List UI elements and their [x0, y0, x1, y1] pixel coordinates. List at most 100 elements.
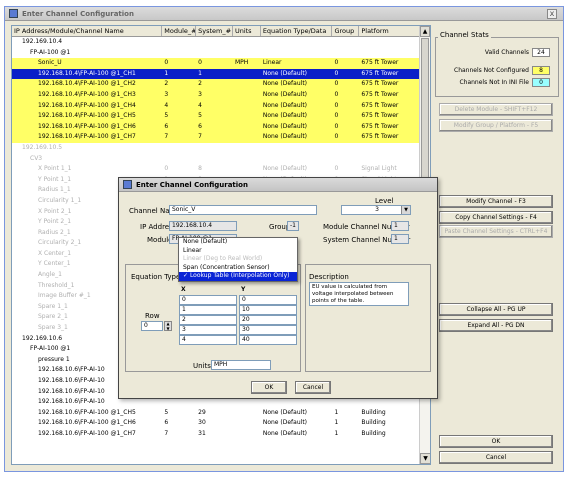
equation-option-linear[interactable]: Linear [179, 247, 297, 256]
y-cell[interactable]: 20 [239, 315, 297, 325]
row-index-input[interactable]: 0 [141, 321, 163, 331]
equation-cell [261, 154, 333, 165]
equation-option-linear-deg: Linear (Deg to Real World) [183, 255, 263, 263]
x-cell[interactable]: 1 [179, 305, 237, 315]
units-cell [233, 132, 261, 143]
tree-row[interactable]: 192.168.10.4\FP-AI-100 @1_CH3 3 3 None (Def… [12, 89, 430, 101]
dialog-ok-button[interactable]: OK [251, 381, 287, 394]
tree-row[interactable]: 192.168.10.4\FP-AI-100 @1_CH6 6 6 None (Def… [12, 121, 430, 133]
dialog-cancel-button[interactable]: Cancel [295, 381, 331, 394]
copy-settings-button[interactable]: Copy Channel Settings - F4 [439, 211, 553, 224]
units-cell [233, 418, 261, 429]
group-cell: 0 [334, 133, 339, 141]
system-cell: 4 [198, 101, 202, 109]
equation-type-dropdown[interactable]: None (Default) Linear Linear (Deg to Rea… [178, 237, 298, 282]
tree-row[interactable]: 192.168.10.4\FP-AI-100 @1_CH4 4 4 None (Def… [12, 100, 430, 112]
tree-node-label: 192.168.10.6\FP-AI-100 @1_CH6 [38, 419, 136, 427]
module-cell: 1 [164, 69, 169, 77]
y-cell[interactable]: 40 [239, 335, 297, 345]
col-header-module[interactable]: Module_# [162, 26, 197, 36]
tree-row[interactable]: CV3 [12, 154, 430, 165]
col-header-name[interactable]: IP Address/Module/Channel Name [12, 26, 163, 36]
ok-button[interactable]: OK [439, 435, 553, 448]
tree-node-label: 192.169.10.4 [22, 38, 63, 45]
cancel-button[interactable]: Cancel [439, 451, 553, 464]
tree-row[interactable]: 192.168.10.4\FP-AI-100 @1_CH1 1 1 None (Def… [12, 68, 430, 80]
col-header-equation[interactable]: Equation Type/Data [261, 26, 333, 36]
y-cell[interactable]: 10 [239, 305, 297, 315]
valid-channels-label: Valid Channels [484, 49, 529, 56]
x-cell[interactable]: 0 [179, 295, 237, 305]
modify-group-button[interactable]: Modify Group / Platform - F5 [439, 119, 553, 132]
row-stepper-icon[interactable]: ▲ ▼ [164, 321, 172, 331]
scroll-down-icon[interactable]: ▼ [420, 453, 430, 464]
system-cell: 6 [198, 122, 202, 130]
equation-option-none[interactable]: None (Default) [179, 238, 297, 247]
equation-cell: None (Default) [262, 429, 308, 437]
tree-row[interactable]: 192.168.10.4\FP-AI-100 @1_CH7 7 7 None (Def… [12, 132, 430, 143]
collapse-all-button[interactable]: Collapse All - PG UP [439, 303, 553, 316]
units-cell [233, 111, 261, 122]
dialog-icon [123, 180, 132, 189]
tree-row[interactable]: 192.168.10.4\FP-AI-100 @1_CH5 5 5 None (Def… [12, 111, 430, 122]
close-icon[interactable]: x [547, 9, 557, 19]
equation-cell: None (Default) [262, 122, 308, 130]
modify-channel-button[interactable]: Modify Channel - F3 [439, 195, 553, 208]
col-header-system[interactable]: System_# [196, 26, 233, 36]
not-configured-label: Channels Not Configured [454, 67, 529, 74]
module-cell: 5 [164, 112, 169, 120]
scroll-up-icon[interactable]: ▲ [420, 26, 430, 37]
group-cell: 0 [334, 80, 339, 88]
equation-option-lookup-label: Lookup Table (Interpolation Only) [189, 272, 290, 280]
x-cell[interactable]: 4 [179, 335, 237, 345]
equation-cell: None (Default) [262, 80, 308, 88]
module-cell [162, 154, 196, 165]
system-cell [196, 48, 233, 59]
tree-node-label: 192.168.10.6\FP-AI-100 @1_CH5 [38, 408, 136, 416]
y-cell[interactable]: 0 [239, 295, 297, 305]
tree-row[interactable]: X Point 1_1 0 8 None (Default) 0 Signal Light [12, 164, 430, 175]
system-cell [196, 37, 233, 48]
tree-row[interactable]: Sonic_U 0 0 MPH Linear 0 675 ft Tower [12, 58, 430, 69]
channel-name-input[interactable]: Sonic_V [169, 205, 317, 215]
equation-option-lookup[interactable]: ✓ Lookup Table (Interpolation Only) [179, 272, 297, 281]
tree-row[interactable]: 192.168.10.4\FP-AI-100 @1_CH2 2 2 None (Def… [12, 79, 430, 90]
equation-cell [261, 143, 333, 154]
tree-row[interactable]: FP-AI-100 @1 [12, 48, 430, 59]
col-header-units[interactable]: Units [233, 26, 261, 36]
equation-cell: None (Default) [262, 101, 308, 109]
group-cell: 0 [334, 59, 339, 67]
units-input[interactable]: MPH [211, 360, 271, 370]
equation-option-span[interactable]: Span (Concentration Sensor) [179, 264, 297, 273]
system-cell: 31 [198, 429, 206, 437]
tree-row[interactable]: 192.168.10.6\FP-AI-100 @1_CH5 5 29 None (De… [12, 408, 430, 419]
equation-cell: None (Default) [262, 90, 308, 98]
table-row: 2 20 [179, 315, 299, 325]
group-cell: 1 [334, 419, 339, 427]
level-select[interactable]: 3 ▼ [341, 205, 411, 215]
units-cell [233, 122, 261, 133]
module-cell: 0 [164, 165, 169, 173]
group-cell [332, 37, 359, 48]
col-header-group[interactable]: Group [332, 26, 360, 36]
paste-settings-button[interactable]: Paste Channel Settings - CTRL+F4 [439, 225, 553, 238]
x-cell[interactable]: 2 [179, 315, 237, 325]
tree-row[interactable]: 192.169.10.4 [12, 37, 430, 48]
delete-module-button[interactable]: Delete Module - SHIFT+F12 [439, 103, 553, 116]
expand-all-button[interactable]: Expand All - PG DN [439, 319, 553, 332]
row-label: Row [145, 312, 160, 320]
equation-cell: None (Default) [262, 69, 308, 77]
module-cell: 6 [164, 122, 169, 130]
equation-cell: None (Default) [262, 408, 308, 416]
not-configured-value: 8 [532, 66, 550, 75]
tree-row[interactable]: 192.169.10.5 [12, 143, 430, 154]
system-cell: 1 [198, 69, 202, 77]
y-cell[interactable]: 30 [239, 325, 297, 335]
channel-config-dialog: Enter Channel Configuration Channel Name… [118, 177, 438, 399]
x-cell[interactable]: 3 [179, 325, 237, 335]
tree-node-label: 192.168.10.4\FP-AI-100 @1_CH7 [38, 133, 136, 141]
tree-row[interactable]: 192.168.10.6\FP-AI-100 @1_CH6 6 30 None (De… [12, 418, 430, 429]
chevron-down-icon[interactable]: ▼ [401, 206, 410, 214]
tree-row[interactable]: 192.168.10.6\FP-AI-100 @1_CH7 7 31 None (De… [12, 429, 430, 440]
ip-address-field: 192.168.10.4 [169, 221, 237, 231]
